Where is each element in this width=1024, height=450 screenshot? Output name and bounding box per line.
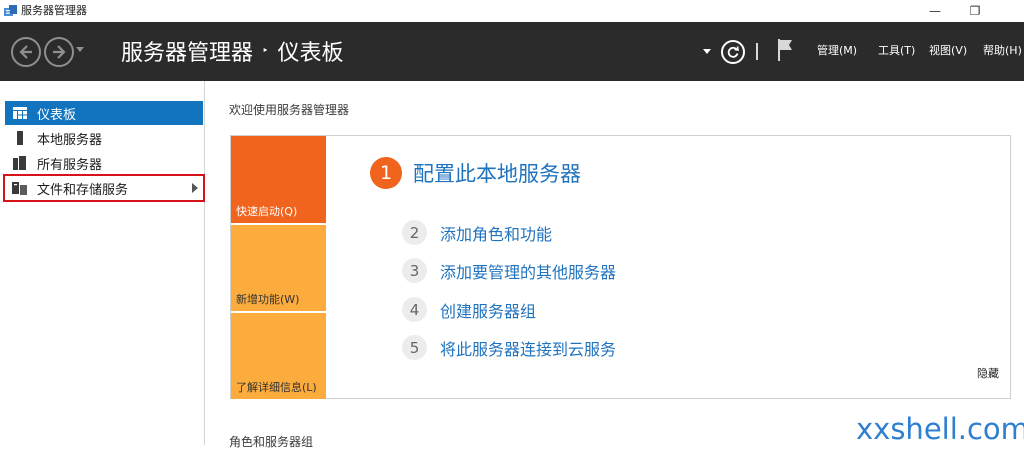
single-server-icon xyxy=(12,131,27,146)
tile-learn-more[interactable]: 了解详细信息(L) xyxy=(231,313,326,399)
step-link[interactable]: 将此服务器连接到云服务 xyxy=(440,336,616,360)
step-link[interactable]: 创建服务器组 xyxy=(440,298,536,322)
step-add-roles[interactable]: 2 添加角色和功能 xyxy=(402,220,552,245)
tile-quick-start[interactable]: 快速启动(Q) xyxy=(231,136,326,223)
sidebar-item-label: 所有服务器 xyxy=(37,157,103,173)
hide-link[interactable]: 隐藏 xyxy=(977,365,999,381)
header-divider xyxy=(756,43,758,60)
file-storage-icon xyxy=(12,181,27,196)
back-button[interactable] xyxy=(11,37,41,67)
welcome-heading: 欢迎使用服务器管理器 xyxy=(229,103,350,117)
dashboard-main: 欢迎使用服务器管理器 快速启动(Q) 新增功能(W) 了解详细信息(L) 1 配… xyxy=(205,81,1024,449)
refresh-icon xyxy=(727,46,739,58)
sidebar-item-file-storage[interactable]: 文件和存储服务 xyxy=(3,174,205,202)
menu-tools[interactable]: 工具(T) xyxy=(878,44,915,58)
breadcrumb-current: 仪表板 xyxy=(277,41,344,66)
sidebar-item-all-servers[interactable]: 所有服务器 xyxy=(5,151,203,175)
step-connect-cloud[interactable]: 5 将此服务器连接到云服务 xyxy=(402,335,616,360)
window-titlebar: 服务器管理器 — ❐ xyxy=(0,0,1024,22)
tile-label: 了解详细信息(L) xyxy=(236,381,317,394)
sidebar-item-label: 仪表板 xyxy=(37,107,77,123)
step-number-badge: 1 xyxy=(370,157,402,189)
sidebar-item-dashboard[interactable]: 仪表板 xyxy=(5,101,203,125)
tile-label: 快速启动(Q) xyxy=(236,205,298,218)
roles-section-heading: 角色和服务器组 xyxy=(229,435,314,449)
step-number-badge: 2 xyxy=(402,220,427,245)
breadcrumb-separator-icon: ‣ xyxy=(262,43,269,57)
breadcrumb: 服务器管理器 ‣ 仪表板 xyxy=(121,35,344,67)
watermark-text: xxshell.com xyxy=(856,412,1024,446)
history-dropdown-icon[interactable] xyxy=(76,47,84,52)
step-create-group[interactable]: 4 创建服务器组 xyxy=(402,297,536,322)
sidebar-item-label: 本地服务器 xyxy=(37,132,103,148)
step-number-badge: 4 xyxy=(402,297,427,322)
restore-button[interactable]: ❐ xyxy=(952,0,998,22)
sidebar-item-label: 文件和存储服务 xyxy=(37,182,129,198)
refresh-button[interactable] xyxy=(721,40,745,64)
breadcrumb-root[interactable]: 服务器管理器 xyxy=(121,35,253,67)
step-link[interactable]: 配置此本地服务器 xyxy=(413,158,581,188)
flag-icon[interactable] xyxy=(776,38,794,62)
navigation-sidebar: 仪表板 本地服务器 所有服务器 文件和存储服务 xyxy=(0,81,205,445)
menu-help[interactable]: 帮助(H) xyxy=(983,44,1022,58)
step-number-badge: 3 xyxy=(402,258,427,283)
welcome-panel: 快速启动(Q) 新增功能(W) 了解详细信息(L) 1 配置此本地服务器 2 添… xyxy=(230,135,1011,399)
tile-whats-new[interactable]: 新增功能(W) xyxy=(231,225,326,311)
forward-arrow-icon xyxy=(53,45,66,59)
menu-manage[interactable]: 管理(M) xyxy=(817,44,857,58)
chevron-right-icon xyxy=(192,183,198,193)
sidebar-item-local-server[interactable]: 本地服务器 xyxy=(5,126,203,150)
forward-button[interactable] xyxy=(44,37,74,67)
app-header: 服务器管理器 ‣ 仪表板 管理(M) 工具(T) 视图(V) 帮助(H) xyxy=(0,22,1024,81)
menu-view[interactable]: 视图(V) xyxy=(929,44,967,58)
step-add-servers[interactable]: 3 添加要管理的其他服务器 xyxy=(402,258,616,283)
server-manager-app-icon xyxy=(4,5,17,16)
back-arrow-icon xyxy=(19,45,32,59)
step-link[interactable]: 添加角色和功能 xyxy=(440,221,552,245)
tile-label: 新增功能(W) xyxy=(236,293,300,306)
header-dropdown-icon[interactable] xyxy=(703,49,711,54)
step-number-badge: 5 xyxy=(402,335,427,360)
step-link[interactable]: 添加要管理的其他服务器 xyxy=(440,259,616,283)
window-title: 服务器管理器 xyxy=(21,4,87,17)
multi-server-icon xyxy=(12,156,27,171)
step-configure-local-server[interactable]: 1 配置此本地服务器 xyxy=(370,157,581,189)
dashboard-grid-icon xyxy=(12,106,27,121)
